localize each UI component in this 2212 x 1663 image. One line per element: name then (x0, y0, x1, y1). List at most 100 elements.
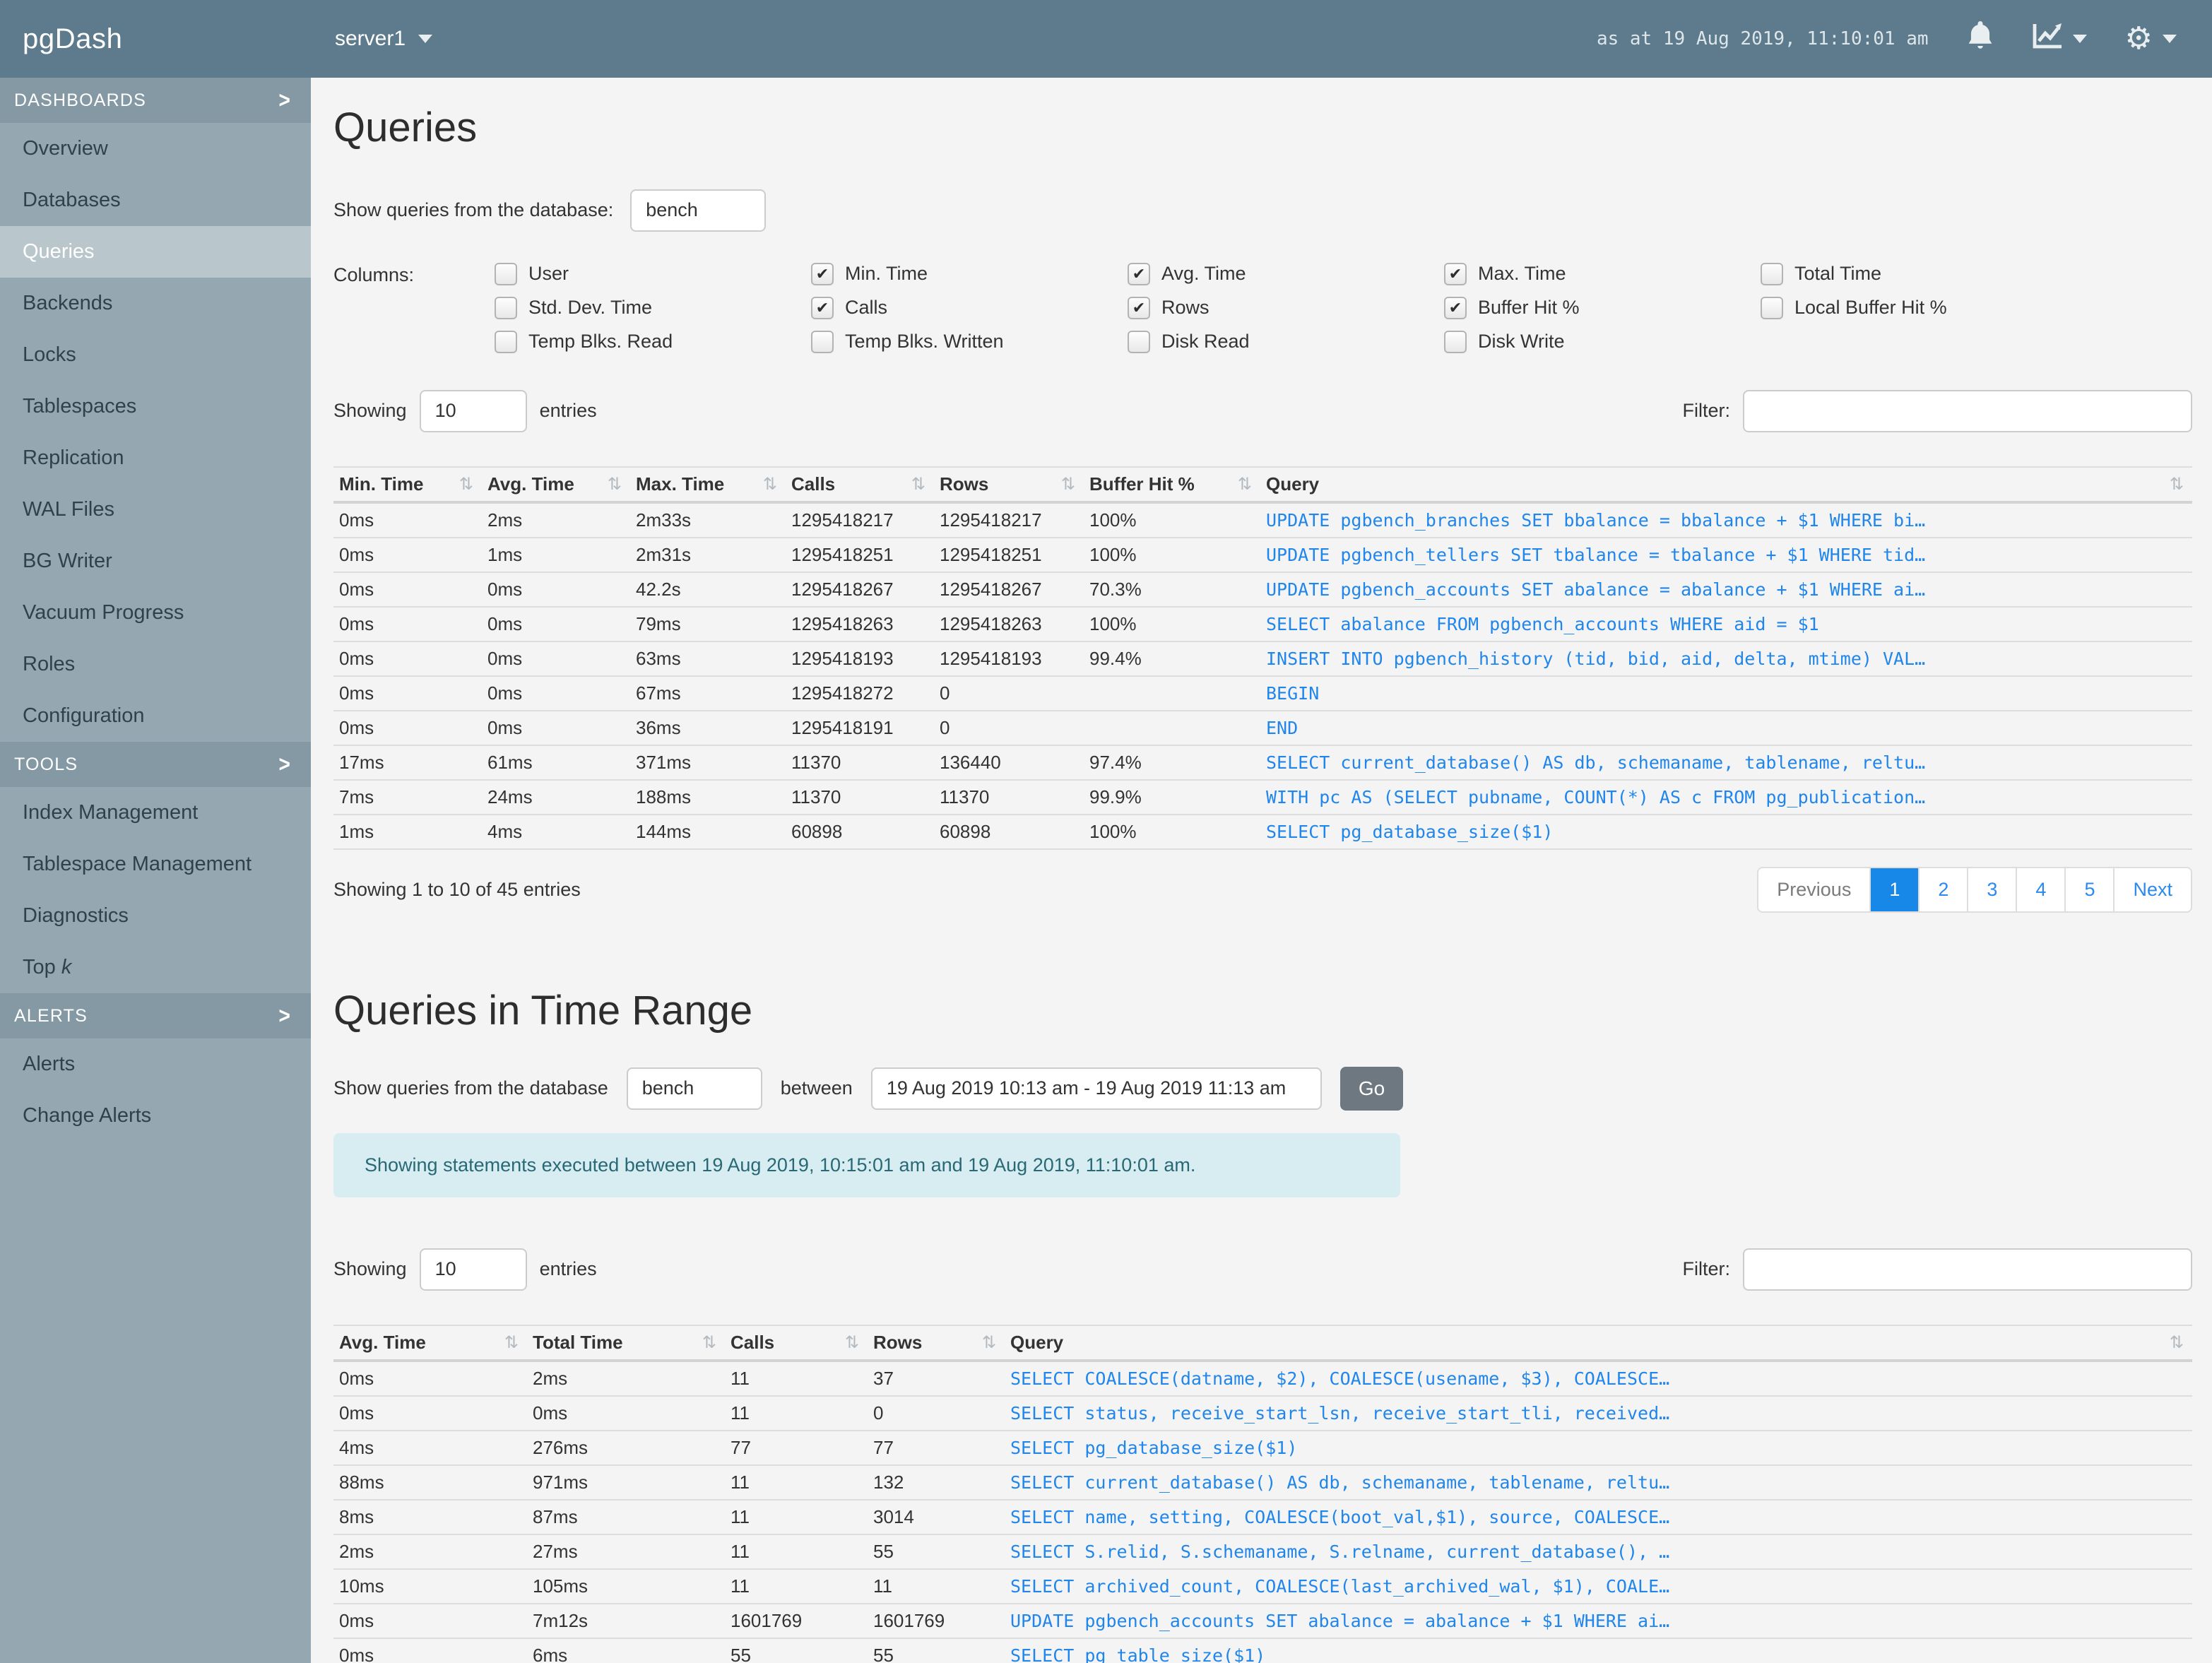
column-toggle-avg-time[interactable]: Avg. Time (1128, 262, 1444, 285)
database-input[interactable] (630, 189, 767, 232)
settings-menu-button[interactable]: ⚙ (2125, 23, 2177, 54)
column-header-rows[interactable]: Rows ⇅ (868, 1324, 1005, 1362)
sidebar-item-bg-writer[interactable]: BG Writer (0, 535, 311, 587)
pagination-previous[interactable]: Previous (1758, 868, 1870, 912)
sidebar-section-alerts[interactable]: ALERTS > (0, 993, 311, 1038)
column-header-total-time[interactable]: Total Time ⇅ (527, 1324, 725, 1362)
column-toggle-rows[interactable]: Rows (1128, 296, 1444, 319)
column-header-min-time[interactable]: Min. Time ⇅ (333, 466, 482, 504)
checkbox[interactable] (811, 296, 834, 319)
sidebar-item-diagnostics[interactable]: Diagnostics (0, 890, 311, 942)
sidebar-item-index-management[interactable]: Index Management (0, 787, 311, 839)
database-input[interactable] (626, 1067, 762, 1110)
entries-count-input[interactable] (419, 1248, 527, 1291)
checkbox[interactable] (1761, 262, 1783, 285)
pagination-page-3[interactable]: 3 (1967, 868, 2016, 912)
query-link[interactable]: SELECT status, receive_start_lsn, receiv… (1010, 1403, 2184, 1424)
sidebar-item-tablespaces[interactable]: Tablespaces (0, 381, 311, 432)
checkbox[interactable] (495, 262, 517, 285)
query-link[interactable]: SELECT pg_database_size($1) (1266, 822, 2184, 842)
query-link[interactable]: SELECT current_database() AS db, scheman… (1010, 1472, 2184, 1493)
pagination-page-1[interactable]: 1 (1869, 868, 1919, 912)
pagination-page-4[interactable]: 4 (2016, 868, 2065, 912)
column-toggle-disk-read[interactable]: Disk Read (1128, 330, 1444, 353)
column-toggle-total-time[interactable]: Total Time (1761, 262, 2077, 285)
column-header-max-time[interactable]: Max. Time ⇅ (630, 466, 786, 504)
query-link[interactable]: SELECT archived_count, COALESCE(last_arc… (1010, 1576, 2184, 1597)
column-header-buffer-hit[interactable]: Buffer Hit % ⇅ (1084, 466, 1260, 504)
column-header-calls[interactable]: Calls ⇅ (786, 466, 934, 504)
column-toggle-calls[interactable]: Calls (811, 296, 1128, 319)
pagination-next[interactable]: Next (2113, 868, 2191, 912)
sidebar-item-change-alerts[interactable]: Change Alerts (0, 1090, 311, 1142)
checkbox[interactable] (495, 296, 517, 319)
query-link[interactable]: SELECT name, setting, COALESCE(boot_val,… (1010, 1507, 2184, 1527)
sort-icon[interactable]: ⇅ (702, 1332, 716, 1353)
sidebar-item-locks[interactable]: Locks (0, 329, 311, 381)
column-toggle-min-time[interactable]: Min. Time (811, 262, 1128, 285)
checkbox[interactable] (811, 262, 834, 285)
column-header-query[interactable]: Query ⇅ (1005, 1324, 2192, 1362)
query-link[interactable]: SELECT current_database() AS db, scheman… (1266, 752, 2184, 773)
sidebar-item-top-k[interactable]: Top k (0, 942, 311, 993)
sidebar-item-roles[interactable]: Roles (0, 639, 311, 690)
query-link[interactable]: SELECT abalance FROM pgbench_accounts WH… (1266, 614, 2184, 634)
query-link[interactable]: WITH pc AS (SELECT pubname, COUNT(*) AS … (1266, 787, 2184, 807)
column-toggle-disk-write[interactable]: Disk Write (1444, 330, 1761, 353)
charts-menu-button[interactable] (2032, 23, 2087, 55)
sort-icon[interactable]: ⇅ (2170, 1332, 2184, 1353)
sidebar-item-databases[interactable]: Databases (0, 174, 311, 226)
column-toggle-buffer-hit[interactable]: Buffer Hit % (1444, 296, 1761, 319)
filter-input[interactable] (1743, 389, 2192, 432)
sidebar-item-tablespace-management[interactable]: Tablespace Management (0, 839, 311, 890)
sidebar-item-vacuum-progress[interactable]: Vacuum Progress (0, 587, 311, 639)
entries-count-input[interactable] (419, 389, 527, 432)
filter-input[interactable] (1743, 1248, 2192, 1291)
sidebar-section-tools[interactable]: TOOLS > (0, 742, 311, 787)
sort-icon[interactable]: ⇅ (459, 474, 473, 495)
column-header-query[interactable]: Query ⇅ (1260, 466, 2192, 504)
query-link[interactable]: UPDATE pgbench_accounts SET abalance = a… (1010, 1611, 2184, 1631)
checkbox[interactable] (1128, 262, 1150, 285)
checkbox[interactable] (811, 330, 834, 353)
column-toggle-temp-blks-written[interactable]: Temp Blks. Written (811, 330, 1128, 353)
sort-icon[interactable]: ⇅ (1238, 474, 1252, 495)
checkbox[interactable] (1761, 296, 1783, 319)
query-link[interactable]: UPDATE pgbench_tellers SET tbalance = tb… (1266, 545, 2184, 565)
sort-icon[interactable]: ⇅ (1061, 474, 1075, 495)
sort-icon[interactable]: ⇅ (911, 474, 925, 495)
sidebar-item-overview[interactable]: Overview (0, 123, 311, 174)
column-toggle-temp-blks-read[interactable]: Temp Blks. Read (495, 330, 811, 353)
pagination-page-5[interactable]: 5 (2064, 868, 2114, 912)
column-header-calls[interactable]: Calls ⇅ (725, 1324, 868, 1362)
server-selector[interactable]: server1 (335, 27, 433, 51)
sort-icon[interactable]: ⇅ (845, 1332, 859, 1353)
query-link[interactable]: SELECT pg_table_size($1) (1010, 1645, 2184, 1663)
query-link[interactable]: UPDATE pgbench_branches SET bbalance = b… (1266, 510, 2184, 531)
pagination-page-2[interactable]: 2 (1918, 868, 1968, 912)
brand-logo[interactable]: pgDash (0, 23, 311, 55)
checkbox[interactable] (1444, 262, 1467, 285)
go-button[interactable]: Go (1339, 1066, 1404, 1111)
sidebar-section-dashboards[interactable]: DASHBOARDS > (0, 78, 311, 123)
column-toggle-user[interactable]: User (495, 262, 811, 285)
sidebar-item-alerts[interactable]: Alerts (0, 1038, 311, 1090)
checkbox[interactable] (1444, 296, 1467, 319)
sort-icon[interactable]: ⇅ (2170, 474, 2184, 495)
checkbox[interactable] (1128, 296, 1150, 319)
query-link[interactable]: UPDATE pgbench_accounts SET abalance = a… (1266, 579, 2184, 600)
column-toggle-max-time[interactable]: Max. Time (1444, 262, 1761, 285)
sidebar-item-configuration[interactable]: Configuration (0, 690, 311, 742)
column-header-avg-time[interactable]: Avg. Time ⇅ (482, 466, 630, 504)
checkbox[interactable] (1128, 330, 1150, 353)
notifications-button[interactable] (1967, 21, 1994, 57)
time-range-input[interactable] (870, 1067, 1322, 1110)
sort-icon[interactable]: ⇅ (763, 474, 777, 495)
query-link[interactable]: SELECT pg_database_size($1) (1010, 1438, 2184, 1458)
checkbox[interactable] (1444, 330, 1467, 353)
column-toggle-std-dev-time[interactable]: Std. Dev. Time (495, 296, 811, 319)
query-link[interactable]: END (1266, 718, 2184, 738)
query-link[interactable]: BEGIN (1266, 683, 2184, 704)
column-header-rows[interactable]: Rows ⇅ (934, 466, 1084, 504)
column-header-avg-time[interactable]: Avg. Time ⇅ (333, 1324, 527, 1362)
